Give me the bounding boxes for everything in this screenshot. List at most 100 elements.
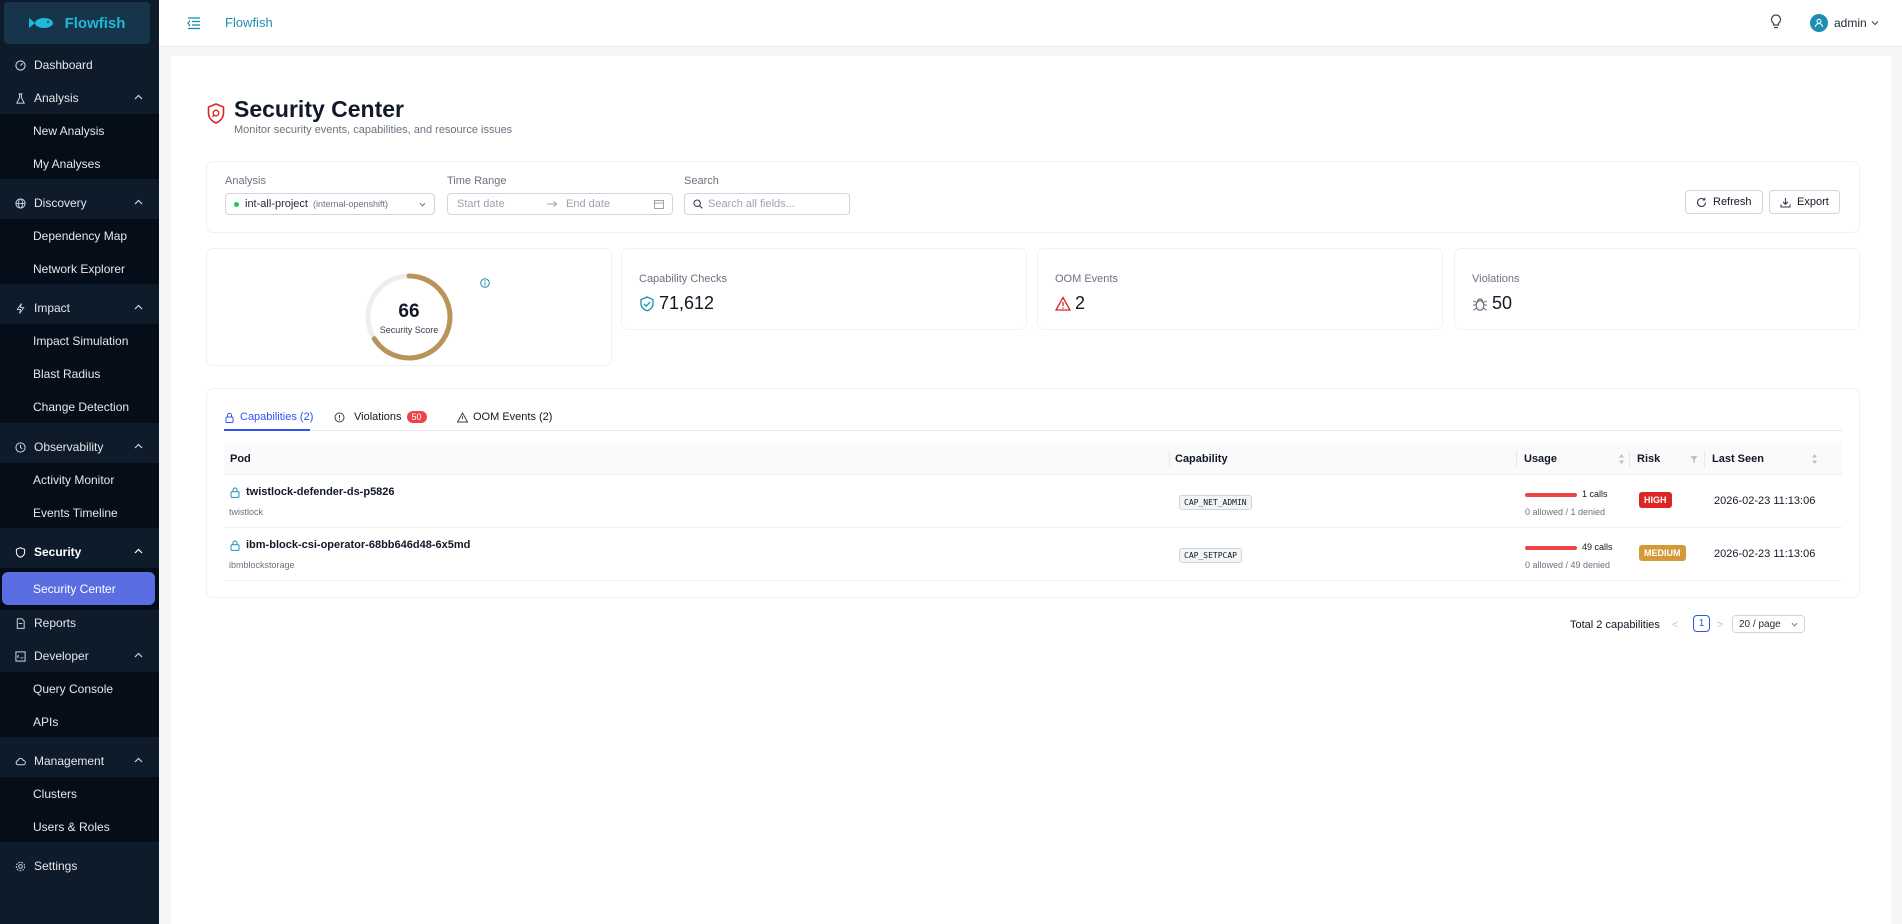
chevron-up-icon [134, 757, 143, 763]
lock-icon [230, 487, 240, 498]
refresh-button[interactable]: Refresh [1685, 190, 1763, 214]
filter-icon[interactable] [1690, 453, 1698, 465]
start-date-input[interactable]: Start date [457, 198, 547, 210]
violations-value: 50 [1492, 293, 1513, 313]
sidebar-item-analysis[interactable]: Analysis [0, 82, 159, 114]
sidebar-item-query-console[interactable]: Query Console [0, 672, 159, 705]
column-header-last-seen[interactable]: Last Seen [1712, 453, 1764, 465]
sidebar-item-dashboard[interactable]: Dashboard [0, 49, 159, 81]
table-row[interactable]: ibm-block-csi-operator-68bb646d48-6x5md … [224, 529, 1842, 581]
column-header-risk[interactable]: Risk [1637, 453, 1660, 465]
sidebar-item-events-timeline[interactable]: Events Timeline [0, 496, 159, 529]
sidebar-item-label: Security [34, 545, 82, 559]
capability-checks-value-row: 71,612 [639, 293, 714, 314]
pod-name: ibm-block-csi-operator-68bb646d48-6x5md [246, 539, 471, 551]
sidebar: Flowfish Dashboard Analysis New Analysis… [0, 0, 159, 924]
page-size-select[interactable]: 20 / page [1732, 615, 1805, 633]
bug-icon [1473, 297, 1487, 311]
tab-label: OOM Events (2) [473, 411, 553, 423]
lightning-icon [14, 302, 26, 314]
filter-bar: Analysis int-all-project (internal-opens… [207, 162, 1859, 232]
security-submenu: Security Center [0, 568, 159, 610]
tab-oom-events[interactable]: OOM Events (2) [457, 404, 552, 430]
tab-capabilities[interactable]: Capabilities (2) [224, 404, 313, 430]
search-input[interactable]: Search all fields... [684, 193, 850, 215]
violations-count-badge: 50 [406, 411, 427, 423]
sidebar-item-security-center[interactable]: Security Center [2, 572, 155, 605]
info-icon[interactable] [480, 278, 490, 288]
sidebar-item-activity-monitor[interactable]: Activity Monitor [0, 463, 159, 496]
chevron-down-icon[interactable] [1871, 19, 1879, 27]
main-content: Security Center Monitor security events,… [171, 56, 1891, 924]
lightbulb-icon[interactable] [1769, 14, 1783, 30]
analysis-select[interactable]: int-all-project (internal-openshift) [225, 193, 435, 215]
sidebar-item-label: Developer [34, 649, 89, 663]
sidebar-item-change-detection[interactable]: Change Detection [0, 390, 159, 423]
file-icon [14, 617, 26, 629]
table-row[interactable]: twistlock-defender-ds-p5826 twistlock CA… [224, 476, 1842, 528]
sidebar-item-settings[interactable]: Settings [0, 850, 159, 882]
sidebar-item-users-roles[interactable]: Users & Roles [0, 810, 159, 843]
time-range-label: Time Range [447, 175, 507, 187]
capability-checks-value: 71,612 [659, 293, 715, 313]
export-button[interactable]: Export [1769, 190, 1840, 214]
time-range-picker[interactable]: Start date End date [447, 193, 673, 215]
export-label: Export [1797, 196, 1829, 208]
sidebar-item-developer[interactable]: Developer [0, 640, 159, 672]
avatar[interactable] [1810, 14, 1828, 32]
user-icon [1815, 18, 1823, 28]
shield-icon [14, 546, 26, 558]
search-placeholder: Search all fields... [708, 198, 795, 210]
sidebar-item-security[interactable]: Security [0, 536, 159, 568]
user-name[interactable]: admin [1834, 16, 1867, 30]
tab-violations[interactable]: Violations 50 [334, 404, 427, 430]
analysis-label: Analysis [225, 175, 266, 187]
column-header-capability[interactable]: Capability [1175, 453, 1228, 465]
sidebar-item-impact[interactable]: Impact [0, 292, 159, 324]
logo[interactable]: Flowfish [4, 2, 150, 44]
security-score-label: Security Score [379, 325, 439, 335]
fish-logo-icon [28, 18, 53, 28]
sidebar-item-blast-radius[interactable]: Blast Radius [0, 357, 159, 390]
violations-card: Violations 50 [1455, 249, 1859, 329]
sidebar-item-clusters[interactable]: Clusters [0, 777, 159, 810]
sidebar-item-management[interactable]: Management [0, 745, 159, 777]
management-submenu: Clusters Users & Roles [0, 777, 159, 842]
sort-icon[interactable] [1618, 453, 1625, 465]
search-icon [693, 199, 703, 209]
pod-namespace: twistlock [229, 507, 264, 517]
end-date-input[interactable]: End date [566, 198, 654, 210]
pagination-prev-button[interactable]: < [1672, 619, 1678, 631]
sidebar-item-new-analysis[interactable]: New Analysis [0, 114, 159, 147]
tab-bar: Capabilities (2) Violations 50 OOM Event… [224, 389, 1842, 431]
capability-tag: CAP_NET_ADMIN [1179, 495, 1252, 510]
oom-events-value: 2 [1075, 293, 1086, 313]
usage-calls: 1 calls [1582, 489, 1608, 499]
violations-label: Violations [1472, 273, 1520, 285]
sidebar-item-dependency-map[interactable]: Dependency Map [0, 219, 159, 252]
column-header-pod[interactable]: Pod [230, 453, 251, 465]
refresh-icon [1696, 197, 1707, 207]
pagination-next-button[interactable]: > [1717, 619, 1723, 631]
sidebar-item-discovery[interactable]: Discovery [0, 187, 159, 219]
menu-fold-icon[interactable] [187, 16, 201, 30]
usage-detail: 0 allowed / 49 denied [1525, 560, 1611, 570]
cloud-icon [14, 755, 26, 767]
usage-detail: 0 allowed / 1 denied [1525, 507, 1606, 517]
column-header-usage[interactable]: Usage [1524, 453, 1557, 465]
sidebar-item-impact-simulation[interactable]: Impact Simulation [0, 324, 159, 357]
tab-label: Violations [354, 411, 402, 423]
refresh-label: Refresh [1713, 196, 1752, 208]
topbar: Flowfish admin [159, 0, 1902, 47]
pagination-page-1[interactable]: 1 [1693, 615, 1710, 632]
page-subtitle: Monitor security events, capabilities, a… [234, 124, 513, 136]
sidebar-item-network-explorer[interactable]: Network Explorer [0, 252, 159, 285]
sidebar-item-reports[interactable]: Reports [0, 607, 159, 639]
sidebar-item-my-analyses[interactable]: My Analyses [0, 147, 159, 180]
sidebar-item-observability[interactable]: Observability [0, 431, 159, 463]
sort-icon[interactable] [1811, 453, 1818, 465]
table-header: Pod Capability Usage Risk Last Seen [224, 443, 1842, 475]
sidebar-item-label: Reports [34, 616, 77, 630]
sidebar-item-apis[interactable]: APIs [0, 705, 159, 738]
chevron-up-icon [134, 199, 143, 205]
